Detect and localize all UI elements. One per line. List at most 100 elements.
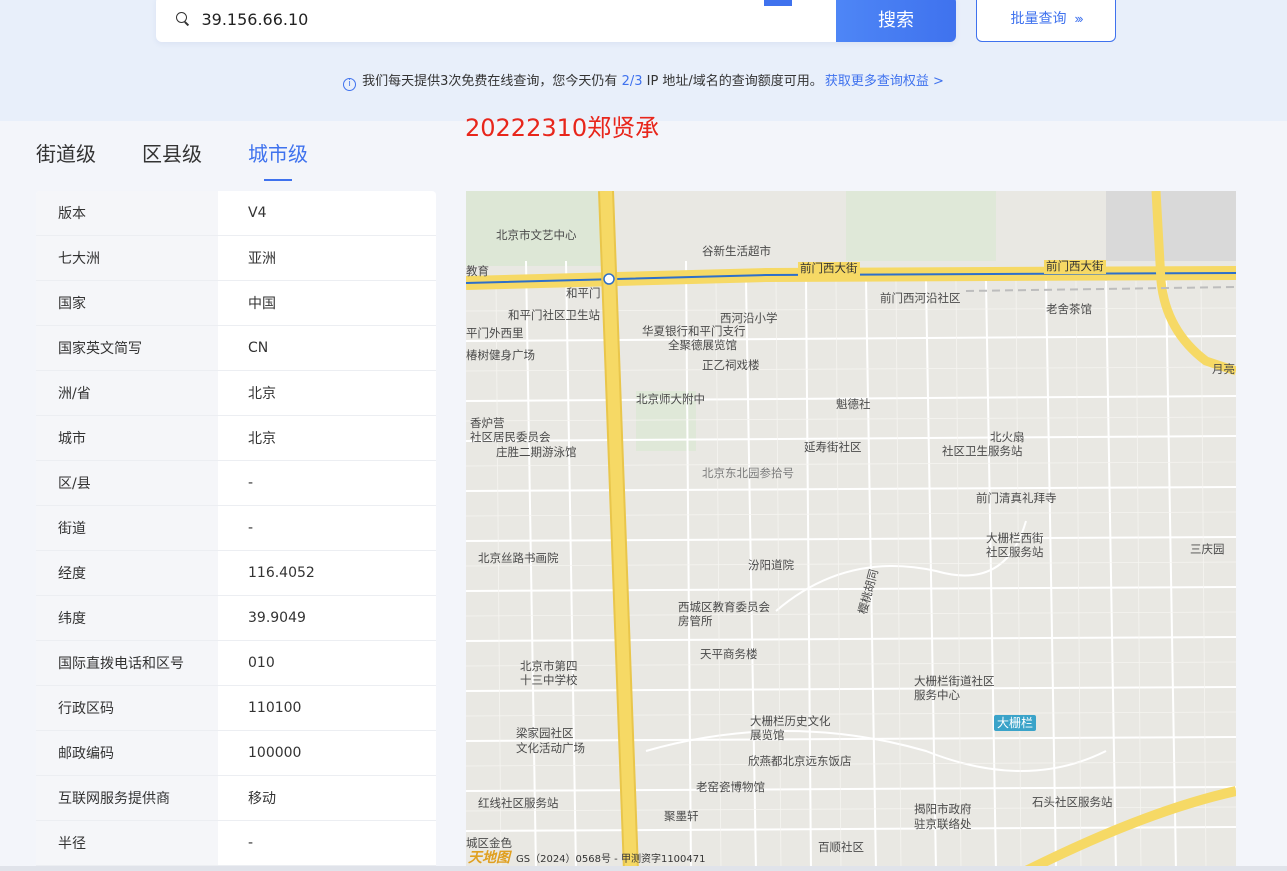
search-input[interactable] — [201, 9, 836, 29]
row-value: 39.9049 — [248, 610, 306, 626]
map-label: 魁德社 — [836, 397, 871, 411]
level-tabs: 街道级 区县级 城市级 — [36, 138, 308, 181]
info-icon: i — [343, 78, 357, 91]
map-label: 三庆园 — [1190, 542, 1225, 556]
map-label: 红线社区服务站 — [478, 796, 559, 810]
table-row: 国际直拨电话和区号 010 — [36, 641, 436, 686]
map-label: 驻京联络处 — [914, 817, 972, 831]
map-footer: 天地图 GS（2024）0568号 - 甲测资字1100471 — [466, 847, 706, 867]
map-label: 前门清真礼拜寺 — [976, 491, 1057, 505]
row-value: - — [248, 520, 254, 536]
search-button[interactable]: 搜索 — [836, 0, 956, 42]
notice-prefix: 我们每天提供3次免费在线查询，您今天仍有 — [362, 74, 622, 89]
row-value: 移动 — [248, 791, 276, 807]
search-box: 搜索 — [156, 0, 956, 42]
table-row: 区/县 - — [36, 461, 436, 506]
tab-district-level[interactable]: 区县级 — [142, 138, 202, 167]
tab-street-level[interactable]: 街道级 — [36, 138, 96, 167]
overlay-watermark-text: 20222310郑贤承 — [465, 114, 660, 142]
map-label: 谷新生活超市 — [702, 244, 771, 258]
table-row: 国家 中国 — [36, 281, 436, 326]
search-input-wrap[interactable] — [156, 0, 836, 42]
map-label: 椿树健身广场 — [466, 348, 535, 362]
row-key: 七大洲 — [36, 236, 218, 280]
table-row: 七大洲 亚洲 — [36, 236, 436, 281]
table-row: 半径 - — [36, 821, 436, 866]
map-label: 百顺社区 — [818, 840, 864, 854]
row-key: 区/县 — [36, 461, 218, 505]
map-label: 平门外西里 — [466, 326, 524, 340]
row-value: 中国 — [248, 296, 276, 312]
row-key: 行政区码 — [36, 686, 218, 730]
map-label: 房管所 — [678, 614, 713, 628]
map-label: 大栅栏西街 — [986, 531, 1044, 545]
table-row: 城市 北京 — [36, 416, 436, 461]
row-value: - — [248, 475, 254, 491]
more-quota-link[interactable]: 获取更多查询权益 > — [825, 74, 944, 89]
map-label: 和平门 — [566, 286, 601, 300]
table-row: 版本 V4 — [36, 191, 436, 236]
map-label: 十三中学校 — [520, 673, 578, 687]
map-label: 和平门社区卫生站 — [508, 308, 600, 322]
search-icon — [176, 12, 189, 26]
table-row: 国家英文简写 CN — [36, 326, 436, 371]
map-label: 欣燕都北京远东饭店 — [748, 754, 852, 768]
table-row: 洲/省 北京 — [36, 371, 436, 416]
map-label: 月亮 — [1212, 362, 1235, 376]
road-label: 前门西大街 — [1044, 259, 1106, 274]
map-copyright: GS（2024）0568号 - 甲测资字1100471 — [516, 853, 706, 865]
batch-query-label: 批量查询 — [1010, 10, 1067, 26]
map-label: 北京丝路书画院 — [478, 551, 559, 565]
map-label: 揭阳市政府 — [914, 802, 972, 816]
map-label: 北京师大附中 — [636, 392, 705, 406]
row-value: 北京 — [248, 386, 276, 402]
table-row: 邮政编码 100000 — [36, 731, 436, 776]
row-value: CN — [248, 340, 269, 356]
map-label: 大栅栏街道社区 — [914, 674, 995, 688]
row-key: 纬度 — [36, 596, 218, 640]
map-label: 聚墨轩 — [664, 809, 699, 823]
row-value: 100000 — [248, 745, 302, 761]
map-label: 教育 — [466, 264, 489, 278]
map-label: 社区居民委员会 — [470, 430, 551, 444]
row-key: 版本 — [36, 191, 218, 235]
table-row: 经度 116.4052 — [36, 551, 436, 596]
table-row: 行政区码 110100 — [36, 686, 436, 731]
map-label: 延寿街社区 — [804, 440, 862, 454]
location-map[interactable]: 北京市文艺中心 谷新生活超市 前门西大街 前门西大街 和平门 前门西河沿社区 老… — [466, 191, 1236, 871]
tab-city-level[interactable]: 城市级 — [248, 138, 308, 181]
map-label: 社区服务站 — [986, 545, 1044, 559]
map-label: 北京市第四 — [520, 659, 578, 673]
quota-value: 2/3 — [621, 74, 643, 89]
row-key: 国家 — [36, 281, 218, 325]
map-label: 香炉营 — [470, 416, 505, 430]
map-label: 展览馆 — [750, 728, 785, 742]
map-label: 老窑瓷博物馆 — [696, 780, 765, 794]
table-row: 纬度 39.9049 — [36, 596, 436, 641]
row-value: 110100 — [248, 700, 302, 716]
row-value: 010 — [248, 655, 275, 671]
row-value: 116.4052 — [248, 565, 315, 581]
map-label: 天平商务楼 — [700, 647, 758, 661]
row-value: 北京 — [248, 431, 276, 447]
map-label: 老舍茶馆 — [1046, 302, 1092, 316]
row-key: 街道 — [36, 506, 218, 550]
map-label: 北京市文艺中心 — [496, 228, 577, 242]
map-label: 庄胜二期游泳馆 — [496, 445, 577, 459]
ip-info-table: 版本 V4 七大洲 亚洲 国家 中国 国家英文简写 CN 洲/省 北京 城市 北京 区/县 -… — [36, 191, 436, 871]
table-row: 街道 - — [36, 506, 436, 551]
row-value: - — [248, 835, 254, 851]
batch-query-button[interactable]: 批量查询 ››› — [976, 0, 1116, 42]
map-label: 北火扇 — [990, 430, 1025, 444]
station-label: 大栅栏 — [994, 715, 1037, 732]
row-key: 城市 — [36, 416, 218, 460]
map-label: 北京东北园参拾号 — [702, 466, 794, 480]
row-value: 亚洲 — [248, 251, 276, 267]
map-label: 石头社区服务站 — [1032, 795, 1113, 809]
map-label: 汾阳道院 — [748, 558, 794, 572]
top-indicator — [764, 0, 792, 6]
map-label: 华夏银行和平门支行 — [642, 324, 746, 338]
map-label: 西城区教育委员会 — [678, 600, 770, 614]
map-label: 全聚德展览馆 — [668, 338, 737, 352]
map-label: 服务中心 — [914, 688, 960, 702]
